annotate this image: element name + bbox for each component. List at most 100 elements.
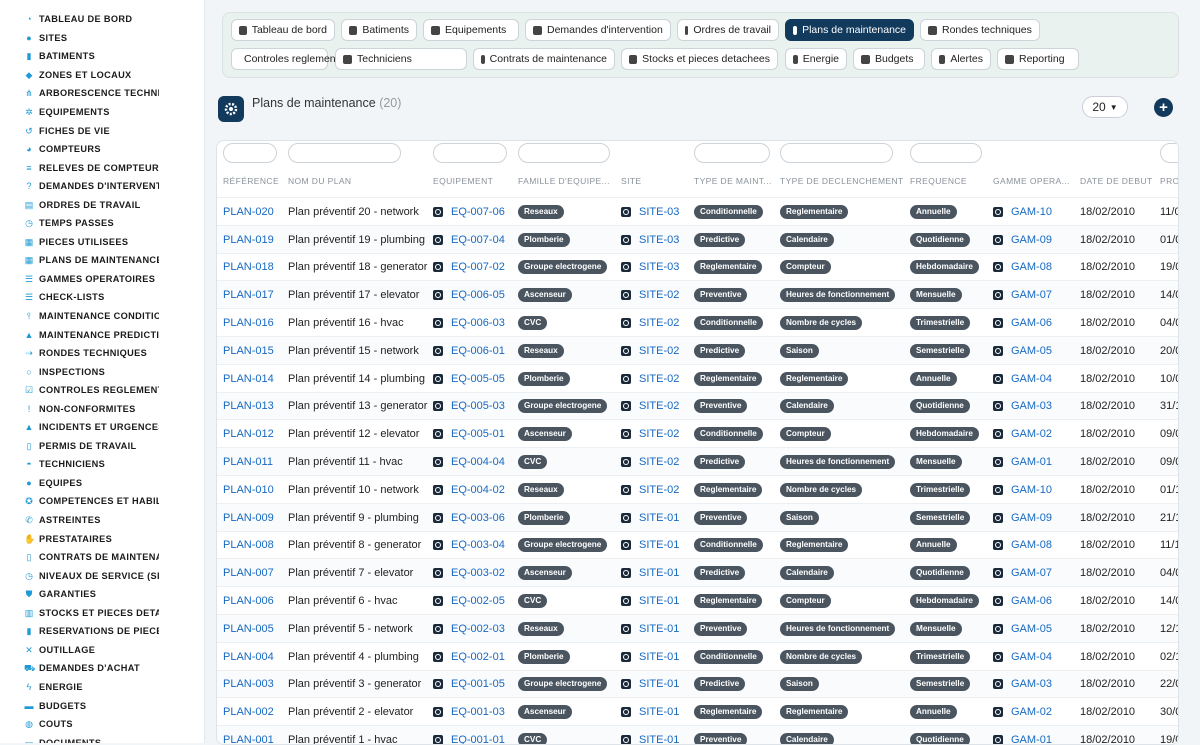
- sidebar-item[interactable]: ☰ CHECK-LISTS: [0, 288, 204, 307]
- table-row[interactable]: PLAN-006 Plan préventif 6 - hvac EQ-002-05…: [217, 586, 1178, 615]
- sidebar-item[interactable]: ◷ TEMPS PASSES: [0, 214, 204, 233]
- sidebar-item[interactable]: ⇢ RONDES TECHNIQUES: [0, 344, 204, 363]
- sidebar-item[interactable]: ▥ STOCKS ET PIECES DETA: [0, 604, 204, 623]
- sidebar-item[interactable]: ✋ PRESTATAIRES: [0, 529, 204, 548]
- cell-eq[interactable]: EQ-006-01: [433, 337, 519, 365]
- sidebar-item[interactable]: ☰ GAMMES OPERATOIRES: [0, 270, 204, 289]
- cell-ref[interactable]: PLAN-002: [223, 698, 289, 726]
- cell-site[interactable]: SITE-01: [621, 504, 697, 532]
- table-row[interactable]: PLAN-001 Plan préventif 1 - hvac EQ-001-01…: [217, 725, 1178, 744]
- column-header[interactable]: NOM DU PLAN: [288, 176, 428, 186]
- quicknav-button[interactable]: Plans de maintenance: [785, 19, 914, 41]
- sidebar-item[interactable]: ▯ CONTRATS DE MAINTENA: [0, 548, 204, 567]
- quicknav-button[interactable]: Techniciens: [335, 48, 467, 70]
- column-header[interactable]: FAMILLE D'EQUIPE...: [518, 176, 614, 186]
- cell-eq[interactable]: EQ-003-04: [433, 532, 519, 560]
- table-row[interactable]: PLAN-017 Plan préventif 17 - elevator EQ-0…: [217, 280, 1178, 310]
- quicknav-button[interactable]: Alertes: [931, 48, 991, 70]
- sidebar-item[interactable]: ◆ ZONES ET LOCAUX: [0, 66, 204, 85]
- cell-ref[interactable]: PLAN-020: [223, 198, 289, 226]
- table-row[interactable]: PLAN-016 Plan préventif 16 - hvac EQ-006-0…: [217, 308, 1178, 337]
- sidebar-item[interactable]: ☑ CONTROLES REGLEMENT: [0, 381, 204, 400]
- sidebar-item[interactable]: ▦ PLANS DE MAINTENANCE: [0, 251, 204, 270]
- cell-ref[interactable]: PLAN-017: [223, 281, 289, 309]
- quicknav-button[interactable]: Ordres de travail: [677, 19, 779, 41]
- sidebar-item[interactable]: ▮ RESERVATIONS DE PIECE: [0, 622, 204, 641]
- sidebar-item[interactable]: ◓ TECHNICIENS: [0, 455, 204, 474]
- quicknav-button[interactable]: Controles reglementaires: [231, 48, 361, 70]
- cell-site[interactable]: SITE-02: [621, 476, 697, 504]
- sidebar-item[interactable]: ⫯ MAINTENANCE CONDITIO: [0, 307, 204, 326]
- cell-ref[interactable]: PLAN-018: [223, 254, 289, 282]
- table-row[interactable]: PLAN-002 Plan préventif 2 - elevator EQ-00…: [217, 697, 1178, 726]
- table-row[interactable]: PLAN-005 Plan préventif 5 - network EQ-002…: [217, 614, 1178, 643]
- column-filter-input[interactable]: [910, 143, 982, 163]
- cell-ref[interactable]: PLAN-014: [223, 365, 289, 393]
- quicknav-button[interactable]: Energie: [785, 48, 847, 70]
- column-filter-input[interactable]: [433, 143, 507, 163]
- cell-site[interactable]: SITE-01: [621, 671, 697, 699]
- sidebar-item[interactable]: ● SITES: [0, 29, 204, 48]
- table-row[interactable]: PLAN-012 Plan préventif 12 - elevator EQ-0…: [217, 419, 1178, 448]
- cell-gamme[interactable]: GAM-04: [993, 643, 1081, 671]
- table-row[interactable]: PLAN-013 Plan préventif 13 - generator EQ-…: [217, 391, 1178, 421]
- sidebar-item[interactable]: ✕ OUTILLAGE: [0, 641, 204, 660]
- cell-gamme[interactable]: GAM-08: [993, 532, 1081, 560]
- sidebar-item[interactable]: ▬ BUDGETS: [0, 696, 204, 715]
- column-filter-input[interactable]: [694, 143, 770, 163]
- sidebar-item[interactable]: ▲ MAINTENANCE PREDICTI: [0, 325, 204, 344]
- cell-gamme[interactable]: GAM-03: [993, 393, 1081, 421]
- sidebar-item[interactable]: ▦ PIECES UTILISEES: [0, 233, 204, 252]
- cell-site[interactable]: SITE-02: [621, 337, 697, 365]
- cell-site[interactable]: SITE-02: [621, 281, 697, 309]
- sidebar-item[interactable]: ◔ TABLEAU DE BORD: [0, 10, 204, 29]
- cell-site[interactable]: SITE-01: [621, 587, 697, 615]
- cell-gamme[interactable]: GAM-02: [993, 420, 1081, 448]
- quicknav-button[interactable]: Demandes d'intervention: [525, 19, 671, 41]
- cell-eq[interactable]: EQ-005-01: [433, 420, 519, 448]
- cell-ref[interactable]: PLAN-019: [223, 226, 289, 254]
- column-filter-input[interactable]: [1160, 143, 1178, 163]
- cell-ref[interactable]: PLAN-015: [223, 337, 289, 365]
- cell-site[interactable]: SITE-02: [621, 448, 697, 476]
- cell-gamme[interactable]: GAM-10: [993, 198, 1081, 226]
- quicknav-button[interactable]: Batiments: [341, 19, 417, 41]
- cell-gamme[interactable]: GAM-04: [993, 365, 1081, 393]
- sidebar-item[interactable]: ⋔ ARBORESCENCE TECHNI: [0, 84, 204, 103]
- table-row[interactable]: PLAN-020 Plan préventif 20 - network EQ-00…: [217, 197, 1178, 226]
- column-filter-input[interactable]: [223, 143, 277, 163]
- table-row[interactable]: PLAN-014 Plan préventif 14 - plumbing EQ-0…: [217, 363, 1178, 393]
- column-filter-input[interactable]: [518, 143, 610, 163]
- cell-ref[interactable]: PLAN-011: [223, 448, 289, 476]
- column-header[interactable]: SITE: [621, 176, 691, 186]
- cell-ref[interactable]: PLAN-009: [223, 504, 289, 532]
- cell-eq[interactable]: EQ-004-04: [433, 448, 519, 476]
- sidebar-item[interactable]: ◍ COUTS: [0, 715, 204, 734]
- cell-eq[interactable]: EQ-001-03: [433, 698, 519, 726]
- column-header[interactable]: DATE DE DEBUT: [1080, 176, 1156, 186]
- cell-ref[interactable]: PLAN-012: [223, 420, 289, 448]
- page-size-select[interactable]: 20 ▼: [1082, 96, 1128, 118]
- sidebar-item[interactable]: ⛟ DEMANDES D'ACHAT: [0, 659, 204, 678]
- cell-eq[interactable]: EQ-007-06: [433, 198, 519, 226]
- cell-site[interactable]: SITE-01: [621, 726, 697, 744]
- column-header[interactable]: TYPE DE MAINT...: [694, 176, 774, 186]
- sidebar-item[interactable]: ○ INSPECTIONS: [0, 362, 204, 381]
- cell-eq[interactable]: EQ-007-04: [433, 226, 519, 254]
- quicknav-button[interactable]: Contrats de maintenance: [473, 48, 615, 70]
- sidebar-item[interactable]: ▭ DOCUMENTS: [0, 733, 204, 743]
- cell-eq[interactable]: EQ-001-05: [433, 671, 519, 699]
- sidebar-item[interactable]: ↺ FICHES DE VIE: [0, 121, 204, 140]
- column-header[interactable]: FREQUENCE: [910, 176, 990, 186]
- quicknav-button[interactable]: Reporting: [997, 48, 1079, 70]
- cell-ref[interactable]: PLAN-016: [223, 309, 289, 337]
- cell-gamme[interactable]: GAM-01: [993, 726, 1081, 744]
- cell-ref[interactable]: PLAN-006: [223, 587, 289, 615]
- cell-site[interactable]: SITE-01: [621, 615, 697, 643]
- sidebar-item[interactable]: ϟ ENERGIE: [0, 678, 204, 697]
- cell-site[interactable]: SITE-01: [621, 698, 697, 726]
- cell-eq[interactable]: EQ-006-05: [433, 281, 519, 309]
- cell-eq[interactable]: EQ-005-05: [433, 365, 519, 393]
- cell-site[interactable]: SITE-01: [621, 559, 697, 587]
- table-row[interactable]: PLAN-004 Plan préventif 4 - plumbing EQ-00…: [217, 641, 1178, 671]
